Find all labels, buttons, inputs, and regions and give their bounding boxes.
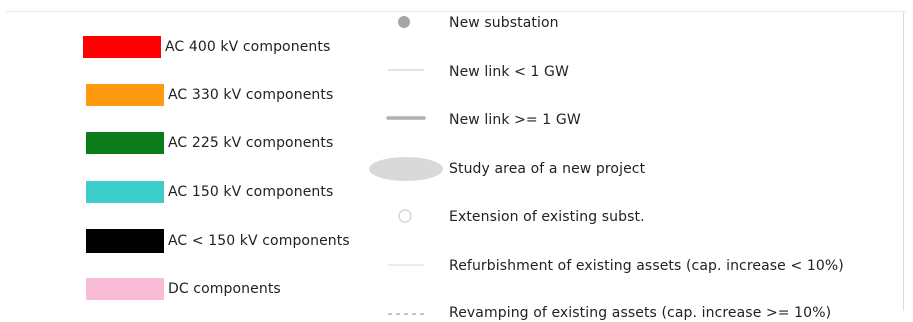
- legend-item-ac-225kv: AC 225 kV components: [86, 132, 333, 154]
- thin-gray-line-icon: [388, 69, 424, 71]
- gray-ellipse-icon: [369, 157, 443, 181]
- legend-item-ac-150kv: AC 150 kV components: [86, 181, 333, 203]
- legend-label-extension: Extension of existing subst.: [449, 209, 645, 225]
- hollow-circle-icon: [398, 209, 412, 223]
- legend-label-new-link-large: New link >= 1 GW: [449, 112, 581, 128]
- black-swatch: [86, 229, 164, 253]
- thin-light-line-icon: [388, 264, 424, 266]
- legend-right-border: [903, 11, 904, 311]
- legend-label: DC components: [168, 281, 281, 297]
- legend-label-refurbishment: Refurbishment of existing assets (cap. i…: [449, 258, 844, 274]
- orange-swatch: [86, 84, 164, 106]
- legend-top-border: [6, 11, 906, 12]
- legend-label: AC 400 kV components: [165, 39, 331, 55]
- legend-label: AC 150 kV components: [168, 184, 334, 200]
- legend-label-new-link-small: New link < 1 GW: [449, 64, 569, 80]
- legend-label: AC 330 kV components: [168, 87, 334, 103]
- legend-label: AC < 150 kV components: [168, 233, 350, 249]
- map-legend: AC 400 kV components AC 330 kV component…: [0, 0, 913, 322]
- legend-item-ac-330kv: AC 330 kV components: [86, 84, 333, 106]
- cyan-swatch: [86, 181, 164, 203]
- legend-label-study-area: Study area of a new project: [449, 161, 646, 177]
- legend-label: AC 225 kV components: [168, 135, 334, 151]
- legend-item-ac-under-150kv: AC < 150 kV components: [86, 229, 350, 253]
- green-swatch: [86, 132, 164, 154]
- dashed-line-icon: [388, 313, 424, 315]
- pink-swatch: [86, 278, 164, 300]
- legend-item-ac-400kv: AC 400 kV components: [83, 36, 330, 58]
- legend-item-dc: DC components: [86, 278, 281, 300]
- legend-label-new-substation: New substation: [449, 15, 559, 31]
- filled-gray-dot-icon: [398, 16, 410, 28]
- legend-label-revamping: Revamping of existing assets (cap. incre…: [449, 305, 832, 321]
- red-swatch: [83, 36, 161, 58]
- thick-gray-line-icon: [386, 116, 426, 120]
